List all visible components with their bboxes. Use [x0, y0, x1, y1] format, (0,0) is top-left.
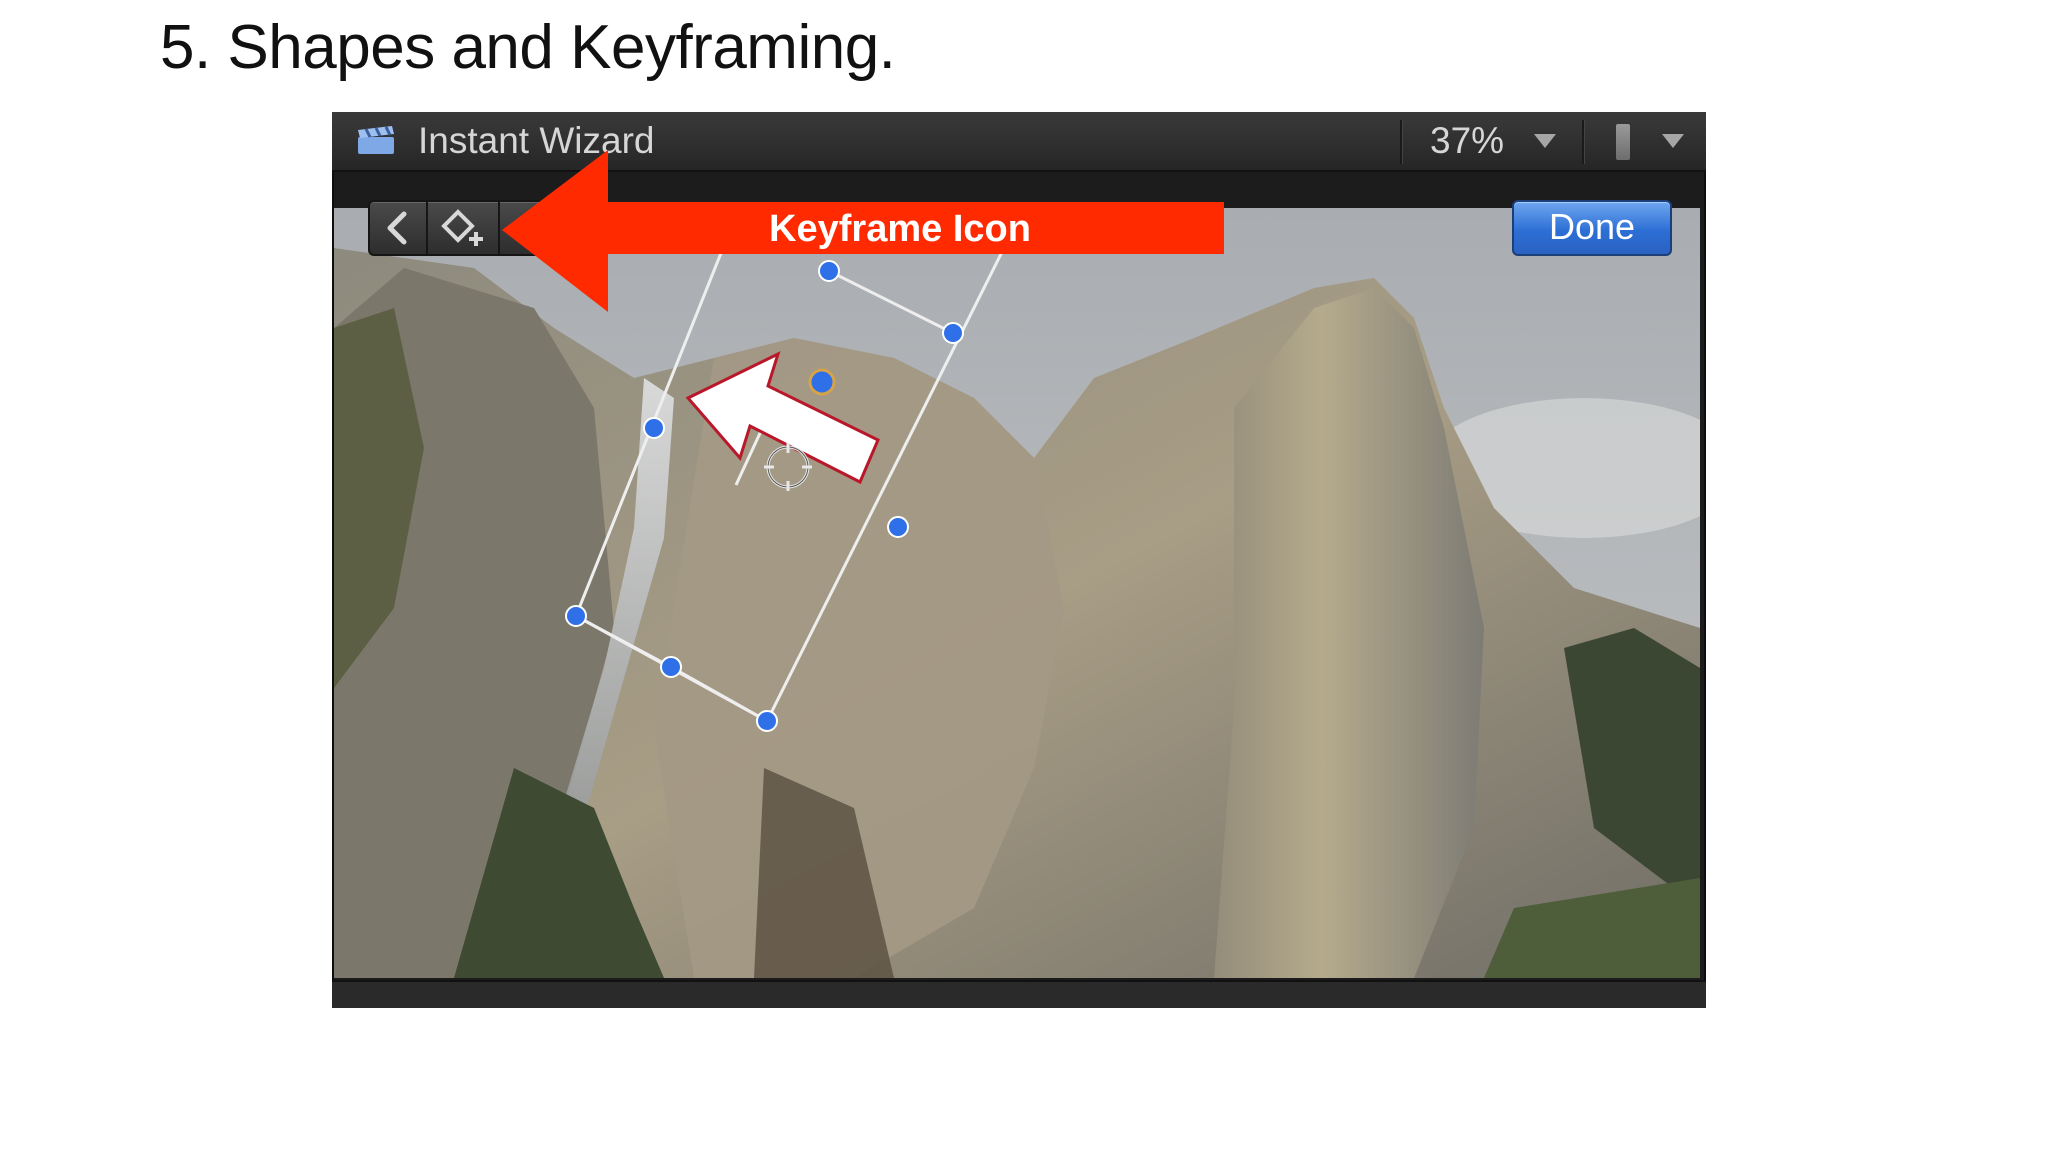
rotation-handle[interactable]: [808, 368, 836, 396]
control-point-handle[interactable]: [660, 656, 682, 678]
control-point-handle[interactable]: [643, 417, 665, 439]
titlebar-divider: [1400, 120, 1403, 164]
done-button[interactable]: Done: [1512, 200, 1672, 256]
keyframe-nav-group: [368, 200, 552, 256]
mask-handles[interactable]: [334, 208, 1700, 978]
keyframe-callout-label: Keyframe Icon: [769, 208, 1031, 250]
add-keyframe-icon: [441, 209, 483, 246]
previous-keyframe-button[interactable]: [370, 202, 428, 254]
control-point-handle[interactable]: [818, 260, 840, 282]
clapperboard-icon: [358, 126, 394, 154]
zoom-level[interactable]: 37%: [1430, 120, 1504, 162]
control-point-handle[interactable]: [942, 322, 964, 344]
video-canvas[interactable]: [334, 208, 1700, 978]
add-keyframe-button[interactable]: [428, 202, 500, 254]
view-options-icon[interactable]: [1616, 124, 1630, 160]
chevron-down-icon[interactable]: [1662, 134, 1684, 148]
viewer-title: Instant Wizard: [418, 120, 655, 161]
slide-title: 5. Shapes and Keyframing.: [160, 13, 896, 82]
titlebar-divider: [1582, 120, 1585, 164]
viewer-titlebar: Instant Wizard 37%: [332, 112, 1706, 172]
white-pointer-arrow: [685, 351, 880, 485]
chevron-left-icon: [387, 211, 407, 245]
control-point-handle[interactable]: [887, 516, 909, 538]
control-point-handle[interactable]: [565, 605, 587, 627]
viewer-bottom-bar: [332, 980, 1706, 1008]
chevron-down-icon[interactable]: [1534, 134, 1556, 148]
control-point-handle[interactable]: [756, 710, 778, 732]
